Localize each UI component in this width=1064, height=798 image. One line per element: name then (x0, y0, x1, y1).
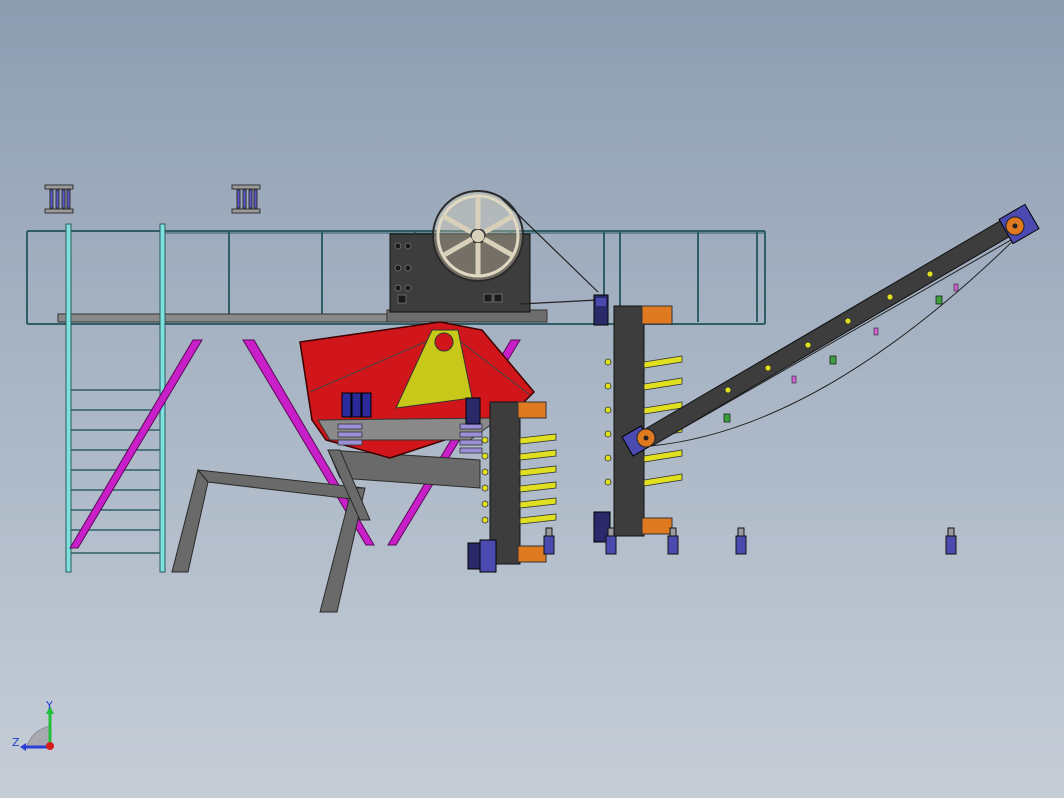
coordinate-triad: Y Z (12, 699, 54, 751)
support-leg (543, 527, 555, 555)
spring-mount-center (231, 184, 261, 214)
spring-mount-left (44, 184, 74, 214)
crushing-plant-assembly-drawing: Y Z (12, 184, 1040, 751)
crusher-motor (341, 392, 372, 418)
support-leg (735, 527, 747, 555)
cad-viewport: Y Z (0, 0, 1064, 798)
drive-motor-upper (593, 294, 609, 326)
axis-y-label: Y (45, 699, 53, 712)
support-leg (605, 527, 617, 555)
staircase (65, 223, 166, 573)
flywheel (432, 190, 524, 282)
support-leg (667, 527, 679, 555)
support-leg (945, 527, 957, 555)
axis-z-label: Z (12, 736, 20, 749)
inclined-conveyor (621, 203, 1040, 457)
